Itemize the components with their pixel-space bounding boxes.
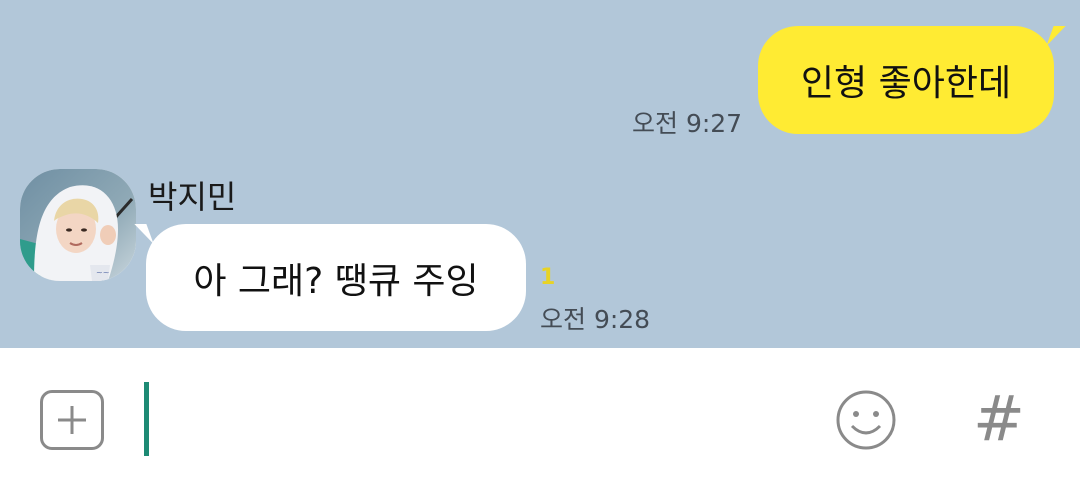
svg-text:~~: ~~: [96, 268, 109, 277]
plus-icon: [58, 406, 86, 434]
hashtag-search-button[interactable]: #: [970, 386, 1028, 452]
text-cursor: [144, 382, 149, 456]
chat-screen: 인형 좋아한데 오전 9:27 ~~ 박지민 아 그래? 땡큐 주잉 1 오전 …: [0, 0, 1080, 492]
chat-message-area[interactable]: 인형 좋아한데 오전 9:27 ~~ 박지민 아 그래? 땡큐 주잉 1 오전 …: [0, 0, 1080, 348]
unread-count-badge: 1: [540, 265, 556, 290]
smiley-icon[interactable]: [832, 388, 900, 452]
received-message-time: 오전 9:28: [540, 305, 651, 334]
sent-message-bubble[interactable]: 인형 좋아한데: [758, 26, 1066, 134]
received-message-text: 아 그래? 땡큐 주잉: [193, 260, 479, 302]
avatar-photo: ~~: [20, 169, 136, 281]
received-message-bubble[interactable]: 아 그래? 땡큐 주잉: [134, 224, 526, 331]
sent-message-text: 인형 좋아한데: [800, 63, 1012, 104]
bubble-tail: [1046, 26, 1066, 46]
bubble-tail: [134, 224, 154, 244]
sent-message-time: 오전 9:27: [632, 109, 743, 138]
message-input-bar: #: [0, 348, 1080, 492]
sender-name[interactable]: 박지민: [148, 172, 236, 218]
sender-avatar[interactable]: ~~: [20, 169, 136, 281]
smiley-face-graphic: [836, 390, 896, 450]
message-input[interactable]: [140, 378, 804, 464]
plus-square-icon[interactable]: [40, 390, 104, 450]
